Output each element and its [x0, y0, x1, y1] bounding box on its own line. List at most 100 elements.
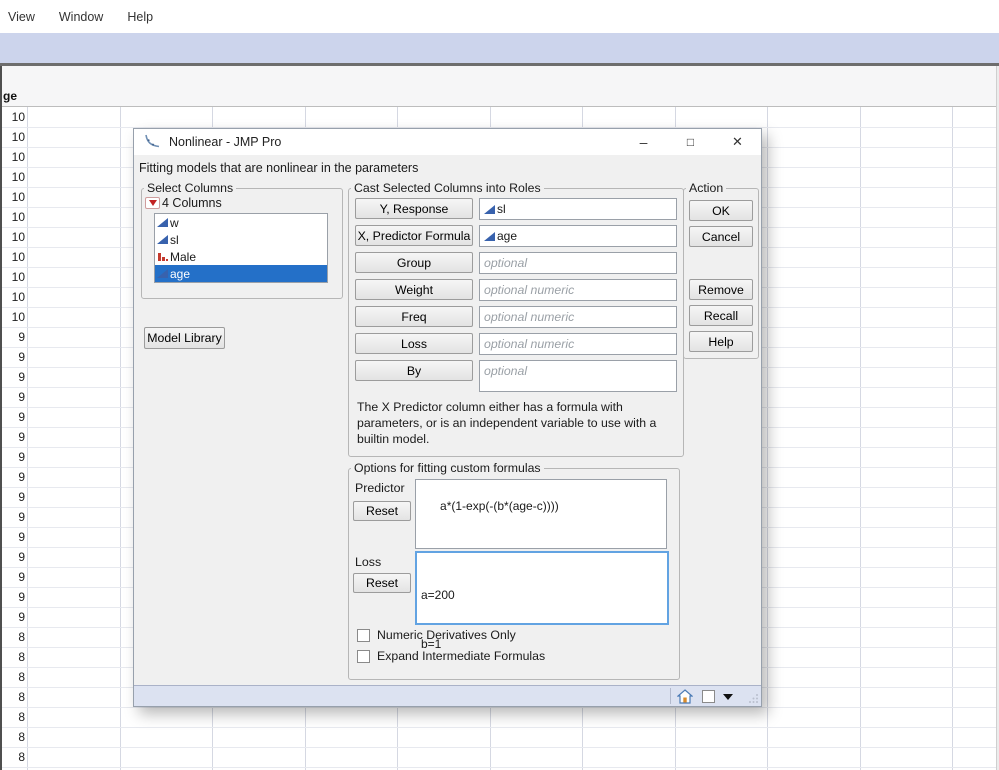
x-predictor-note: The X Predictor column either has a form… [357, 399, 675, 448]
toolbar-band [0, 33, 999, 63]
numeric-derivatives-checkbox-row[interactable]: Numeric Derivatives Only [357, 628, 516, 642]
age-cell[interactable]: 10 [0, 168, 25, 187]
weight-button[interactable]: Weight [355, 279, 473, 300]
menu-bar: View Window Help [0, 0, 999, 33]
age-cell[interactable]: 9 [0, 608, 25, 627]
list-item-male[interactable]: Male [155, 248, 327, 265]
list-item-age-selected[interactable]: age [155, 265, 327, 282]
predictor-label: Predictor [355, 481, 405, 495]
age-cell[interactable]: 9 [0, 388, 25, 407]
statusbar-separator [670, 688, 671, 704]
age-cell[interactable]: 10 [0, 248, 25, 267]
age-cell[interactable]: 9 [0, 368, 25, 387]
age-cell[interactable]: 9 [0, 588, 25, 607]
age-cell[interactable]: 10 [0, 108, 25, 127]
age-cell[interactable]: 8 [0, 648, 25, 667]
menu-window[interactable]: Window [47, 6, 115, 28]
freq-button[interactable]: Freq [355, 306, 473, 327]
weight-field[interactable]: optional numeric [479, 279, 677, 301]
age-cell[interactable]: 9 [0, 468, 25, 487]
age-cell[interactable]: 9 [0, 548, 25, 567]
age-cell[interactable]: 9 [0, 508, 25, 527]
age-cell[interactable]: 8 [0, 728, 25, 747]
age-cell[interactable]: 10 [0, 208, 25, 227]
minimize-button[interactable]: – [620, 129, 667, 155]
table-row[interactable]: 10 [0, 108, 999, 128]
select-columns-group: Select Columns 4 Columns w sl Male [141, 181, 343, 299]
age-cell[interactable]: 8 [0, 708, 25, 727]
dialog-title-bar[interactable]: Nonlinear - JMP Pro – □ ✕ [134, 129, 761, 155]
freq-field[interactable]: optional numeric [479, 306, 677, 328]
continuous-icon [157, 269, 168, 278]
roles-group: Cast Selected Columns into Roles Y, Resp… [348, 181, 684, 457]
age-cell[interactable]: 9 [0, 328, 25, 347]
loss-label: Loss [355, 555, 381, 569]
action-group: Action OK Cancel Remove Recall Help [683, 181, 759, 359]
remove-button[interactable]: Remove [689, 279, 753, 300]
loss-reset-button[interactable]: Reset [353, 573, 411, 593]
list-item-w[interactable]: w [155, 214, 327, 231]
maximize-button[interactable]: □ [667, 129, 714, 155]
column-header-row: ge [0, 66, 999, 107]
by-button[interactable]: By [355, 360, 473, 381]
x-predictor-button[interactable]: X, Predictor Formula [355, 225, 473, 246]
close-button[interactable]: ✕ [714, 129, 761, 155]
dialog-subtitle: Fitting models that are nonlinear in the… [139, 161, 418, 175]
predictor-formula-editor[interactable]: a*(1-exp(-(b*(age-c)))) [415, 479, 667, 549]
model-library-button[interactable]: Model Library [144, 327, 225, 349]
group-field[interactable]: optional [479, 252, 677, 274]
age-cell[interactable]: 10 [0, 288, 25, 307]
select-columns-label: Select Columns [144, 181, 236, 195]
by-field[interactable]: optional [479, 360, 677, 392]
statusbar-checkbox[interactable] [702, 690, 715, 703]
age-cell[interactable]: 10 [0, 308, 25, 327]
table-row[interactable]: 8 [0, 748, 999, 768]
nominal-icon [157, 251, 168, 262]
continuous-icon [484, 205, 495, 214]
age-cell[interactable]: 10 [0, 268, 25, 287]
columns-count-label: 4 Columns [162, 196, 222, 210]
group-button[interactable]: Group [355, 252, 473, 273]
age-cell[interactable]: 8 [0, 688, 25, 707]
loss-role-field[interactable]: optional numeric [479, 333, 677, 355]
checkbox-unchecked[interactable] [357, 629, 370, 642]
age-column-header[interactable]: ge [3, 89, 17, 103]
x-predictor-field[interactable]: age [479, 225, 677, 247]
age-cell[interactable]: 9 [0, 568, 25, 587]
home-icon[interactable] [677, 689, 693, 704]
recall-button[interactable]: Recall [689, 305, 753, 326]
menu-view[interactable]: View [0, 6, 47, 28]
age-cell[interactable]: 9 [0, 488, 25, 507]
continuous-icon [484, 232, 495, 241]
red-triangle-menu-icon[interactable] [145, 197, 160, 209]
ok-button[interactable]: OK [689, 200, 753, 221]
menu-help[interactable]: Help [115, 6, 165, 28]
loss-role-button[interactable]: Loss [355, 333, 473, 354]
list-item-sl[interactable]: sl [155, 231, 327, 248]
y-response-button[interactable]: Y, Response [355, 198, 473, 219]
nonlinear-dialog: Nonlinear - JMP Pro – □ ✕ Fitting models… [133, 128, 762, 707]
age-cell[interactable]: 9 [0, 348, 25, 367]
resize-grip-icon[interactable] [748, 693, 759, 704]
loss-formula-editor[interactable]: a=200 b=1 c=1 [415, 551, 669, 625]
age-cell[interactable]: 10 [0, 188, 25, 207]
age-cell[interactable]: 8 [0, 628, 25, 647]
age-cell[interactable]: 10 [0, 228, 25, 247]
predictor-reset-button[interactable]: Reset [353, 501, 411, 521]
age-cell[interactable]: 8 [0, 748, 25, 767]
age-cell[interactable]: 9 [0, 428, 25, 447]
checkbox-unchecked[interactable] [357, 650, 370, 663]
age-cell[interactable]: 10 [0, 128, 25, 147]
help-button[interactable]: Help [689, 331, 753, 352]
age-cell[interactable]: 9 [0, 408, 25, 427]
y-response-field[interactable]: sl [479, 198, 677, 220]
age-cell[interactable]: 9 [0, 528, 25, 547]
cancel-button[interactable]: Cancel [689, 226, 753, 247]
age-cell[interactable]: 9 [0, 448, 25, 467]
statusbar-dropdown-triangle-icon[interactable] [723, 694, 733, 700]
age-cell[interactable]: 10 [0, 148, 25, 167]
age-cell[interactable]: 8 [0, 668, 25, 687]
nonlinear-curve-icon [144, 134, 161, 150]
columns-listbox: w sl Male age [154, 213, 328, 283]
expand-formulas-checkbox-row[interactable]: Expand Intermediate Formulas [357, 649, 545, 663]
